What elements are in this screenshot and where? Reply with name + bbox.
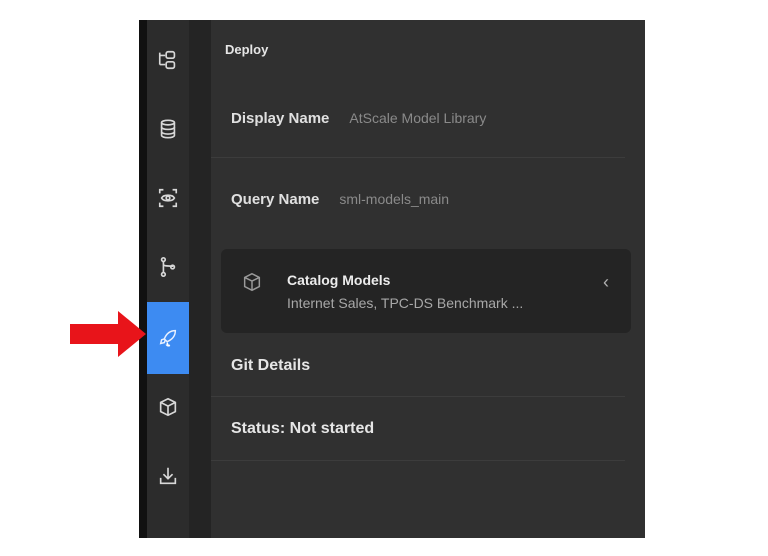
divider <box>211 157 625 158</box>
sidebar-item-model[interactable] <box>147 32 189 88</box>
display-name-label: Display Name <box>231 109 330 127</box>
download-icon <box>159 467 177 485</box>
red-arrow-pointer <box>70 311 146 357</box>
status-text: Status: Not started <box>231 420 375 437</box>
chevron-left-icon[interactable]: ‹ <box>603 273 609 291</box>
preview-eye-icon <box>158 188 178 208</box>
deploy-window: Deploy Display Name AtScale Model Librar… <box>139 20 645 538</box>
query-name-label: Query Name <box>231 190 320 208</box>
git-branch-icon <box>160 257 176 277</box>
git-details-heading[interactable]: Git Details <box>231 357 310 375</box>
sidebar-item-download[interactable] <box>147 448 189 504</box>
catalog-models-subtitle: Internet Sales, TPC-DS Benchmark ... <box>287 295 524 311</box>
query-name-value: sml-models_main <box>339 191 450 207</box>
deploy-panel: Deploy Display Name AtScale Model Librar… <box>211 20 645 538</box>
sidebar-item-deploy[interactable] <box>147 302 189 374</box>
sidebar-item-git[interactable] <box>147 239 189 295</box>
divider <box>211 460 625 461</box>
sidebar-item-preview[interactable] <box>147 170 189 226</box>
sidebar-rail <box>147 20 189 538</box>
database-icon <box>160 119 176 139</box>
catalog-models-title: Catalog Models <box>287 272 391 288</box>
panel-title: Deploy <box>225 42 269 57</box>
display-name-row: Display Name AtScale Model Library <box>211 88 625 148</box>
divider <box>211 396 625 397</box>
sidebar-gutter <box>189 20 211 538</box>
catalog-models-card[interactable]: Catalog Models Internet Sales, TPC-DS Be… <box>221 249 631 333</box>
diagram-icon <box>158 50 176 70</box>
package-icon <box>159 397 177 417</box>
sidebar-item-package[interactable] <box>147 379 189 435</box>
rocket-icon <box>159 329 177 347</box>
query-name-row: Query Name sml-models_main <box>211 169 625 229</box>
sidebar-item-data-sources[interactable] <box>147 101 189 157</box>
cube-icon <box>243 272 261 292</box>
display-name-value: AtScale Model Library <box>349 110 487 126</box>
window-edge <box>139 20 147 538</box>
